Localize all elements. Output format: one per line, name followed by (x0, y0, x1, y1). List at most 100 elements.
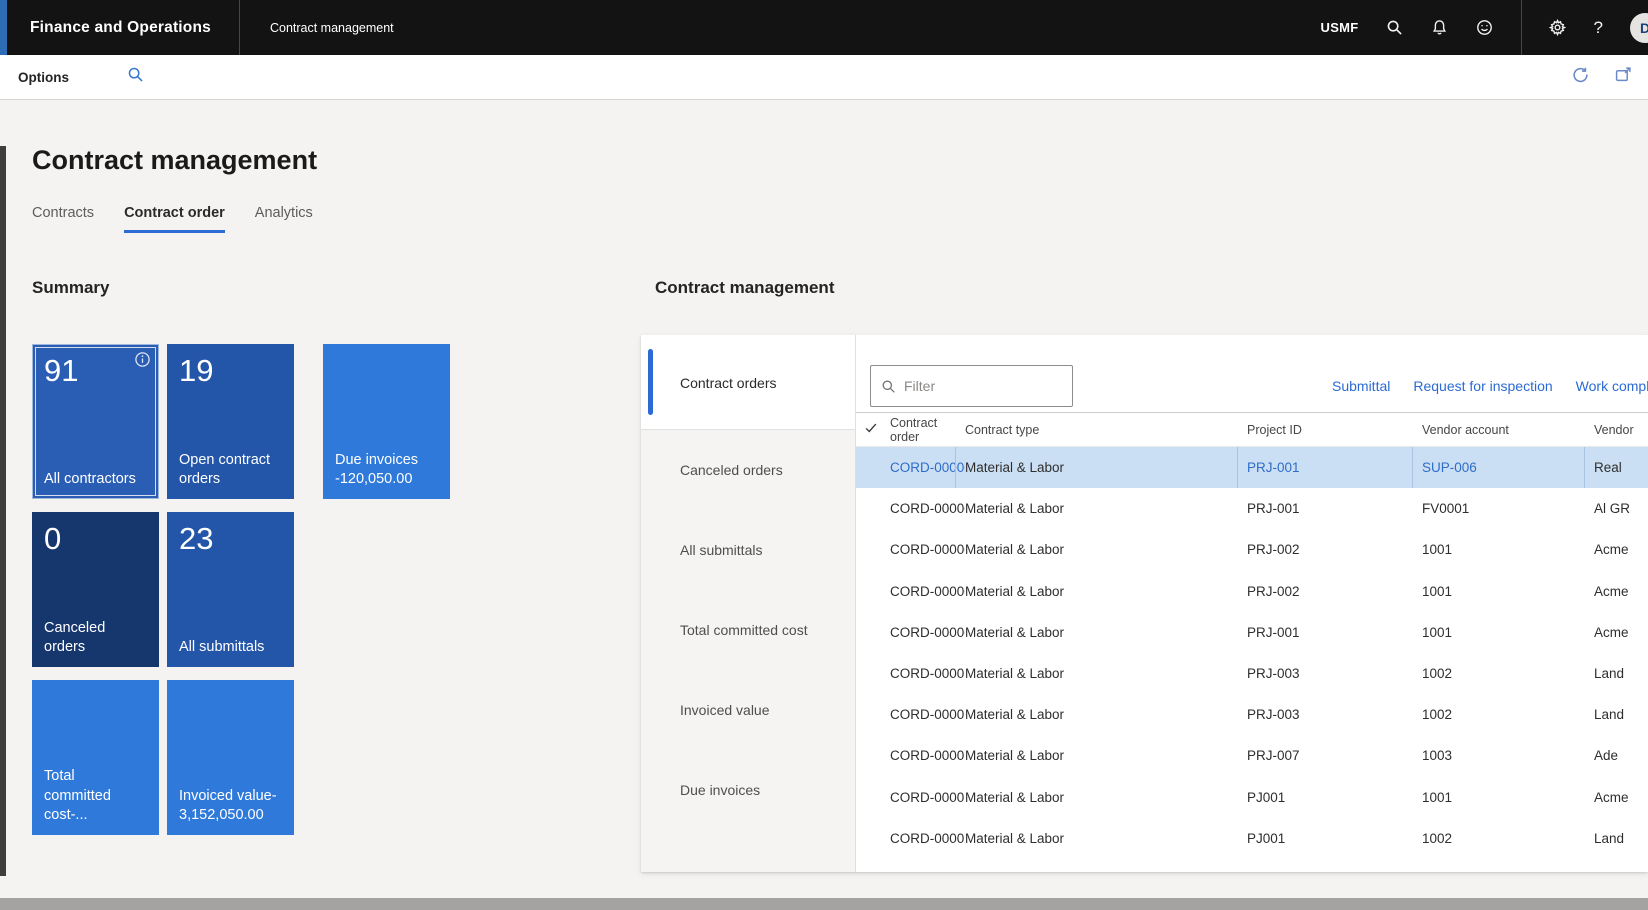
table-cell: CORD-000016 (890, 748, 965, 763)
table-cell: PJ001 (1247, 831, 1422, 846)
grid-header: Contract order Contract type Project ID … (856, 413, 1648, 447)
table-cell: PRJ-002 (1247, 584, 1422, 599)
table-cell: PJ001 (1247, 790, 1422, 805)
column-header-vendor-account[interactable]: Vendor account (1422, 423, 1594, 437)
feedback-smiley-icon[interactable] (1476, 19, 1494, 37)
table-cell: Real (1584, 447, 1648, 488)
refresh-icon[interactable] (1572, 66, 1589, 88)
tab-analytics[interactable]: Analytics (255, 205, 313, 233)
nav-item-due-invoices[interactable]: Due invoices (680, 750, 850, 830)
column-header-vendor[interactable]: Vendor (1594, 423, 1648, 437)
table-row[interactable]: CORD-000006Material & LaborPRJ-0021001Ac… (856, 571, 1648, 612)
grid-zone: Submittal Request for inspection Work co… (856, 335, 1648, 872)
tile-all-submittals[interactable]: 23 All submittals (167, 512, 294, 667)
nav-item-contract-orders[interactable]: Contract orders (641, 335, 855, 430)
table-cell: CORD-000003 (890, 501, 965, 516)
tile-value: 0 (44, 522, 147, 556)
table-cell: Material & Labor (965, 542, 1247, 557)
table-cell: PRJ-002 (1247, 542, 1422, 557)
tile-all-contractors[interactable]: 91 All contractors (32, 344, 159, 499)
table-cell: Acme (1594, 790, 1648, 805)
tile-total-committed-cost[interactable]: Total committed cost-... (32, 680, 159, 835)
options-button[interactable]: Options (18, 70, 69, 85)
table-cell: Material & Labor (955, 447, 1247, 488)
column-header-contract-order[interactable]: Contract order (890, 416, 965, 444)
command-bar: Options (0, 55, 1648, 100)
summary-heading: Summary (32, 278, 109, 298)
table-cell[interactable]: PRJ-001 (1237, 447, 1422, 488)
table-row[interactable]: CORD-000008Material & LaborPRJ-0011001Ac… (856, 612, 1648, 653)
table-cell[interactable]: CORD-000002 (890, 460, 965, 475)
table-cell: 1001 (1422, 790, 1594, 805)
summary-tiles: 91 All contractors 19 Open contract orde… (32, 344, 429, 835)
accent-strip (0, 0, 7, 55)
app-title[interactable]: Finance and Operations (30, 19, 211, 37)
table-cell: Material & Labor (965, 584, 1247, 599)
table-row[interactable]: CORD-000020Material & LaborPJ0011001Acme (856, 777, 1648, 818)
action-work-completion[interactable]: Work completion (1576, 378, 1648, 394)
table-cell: Acme (1594, 542, 1648, 557)
user-avatar[interactable]: D (1630, 13, 1648, 43)
tile-label: Canceled orders (44, 619, 151, 658)
settings-gear-icon[interactable] (1549, 19, 1567, 37)
topbar-divider (239, 0, 240, 55)
tile-due-invoices[interactable]: Due invoices -120,050.00 (323, 344, 450, 499)
tile-value: 19 (179, 354, 282, 388)
action-submittal[interactable]: Submittal (1332, 378, 1390, 394)
table-cell: CORD-000004 (890, 542, 965, 557)
tile-label: All submittals (179, 638, 286, 658)
tab-contracts[interactable]: Contracts (32, 205, 94, 233)
page-content: Contract management Contracts Contract o… (0, 100, 1648, 910)
table-row[interactable]: CORD-000016Material & LaborPRJ-0071003Ad… (856, 735, 1648, 776)
column-header-contract-type[interactable]: Contract type (965, 423, 1247, 437)
tile-label: Open contract orders (179, 451, 286, 490)
table-row[interactable]: CORD-000011Material & LaborPRJ-0031002La… (856, 694, 1648, 735)
select-all-checkmark-icon[interactable] (864, 421, 890, 438)
search-icon[interactable] (1386, 19, 1404, 37)
table-cell: Acme (1594, 584, 1648, 599)
open-in-new-window-icon[interactable] (1615, 66, 1632, 88)
column-header-project-id[interactable]: Project ID (1247, 423, 1422, 437)
table-cell: CORD-000011 (890, 707, 965, 722)
grid-body: CORD-000002Material & LaborPRJ-001SUP-00… (856, 447, 1648, 859)
nav-item-total-committed-cost[interactable]: Total committed cost (680, 590, 850, 670)
search-icon (881, 379, 896, 394)
table-cell: Al GR (1594, 501, 1648, 516)
app-window: Finance and Operations Contract manageme… (0, 0, 1648, 910)
tab-contract-order[interactable]: Contract order (124, 205, 225, 233)
table-cell: 1002 (1422, 666, 1594, 681)
table-cell: PRJ-003 (1247, 707, 1422, 722)
help-question-icon[interactable]: ? (1594, 18, 1603, 38)
table-row[interactable]: CORD-000021Material & LaborPJ0011002Land (856, 818, 1648, 859)
company-picker[interactable]: USMF (1321, 20, 1359, 35)
table-cell[interactable]: SUP-006 (1412, 447, 1594, 488)
table-cell: Material & Labor (965, 748, 1247, 763)
notifications-bell-icon[interactable] (1431, 19, 1449, 37)
nav-item-canceled-orders[interactable]: Canceled orders (680, 430, 850, 510)
nav-item-invoiced-value[interactable]: Invoiced value (680, 670, 850, 750)
table-row[interactable]: CORD-000010Material & LaborPRJ-0031002La… (856, 653, 1648, 694)
nav-item-all-submittals[interactable]: All submittals (680, 510, 850, 590)
tile-value: 91 (44, 354, 147, 388)
tile-invoiced-value[interactable]: Invoiced value- 3,152,050.00 (167, 680, 294, 835)
active-indicator (648, 349, 653, 415)
table-row[interactable]: CORD-000004Material & LaborPRJ-0021001Ac… (856, 529, 1648, 570)
action-request-for-inspection[interactable]: Request for inspection (1413, 378, 1552, 394)
table-cell: PRJ-007 (1247, 748, 1422, 763)
search-icon[interactable] (127, 66, 144, 88)
window-edge (0, 146, 6, 876)
table-cell: CORD-000021 (890, 831, 965, 846)
tile-canceled-orders[interactable]: 0 Canceled orders (32, 512, 159, 667)
table-cell: FV0001 (1422, 501, 1594, 516)
table-row[interactable]: CORD-000003Material & LaborPRJ-001FV0001… (856, 488, 1648, 529)
table-cell: CORD-000006 (890, 584, 965, 599)
tile-label: Invoiced value- 3,152,050.00 (179, 787, 286, 826)
table-cell: CORD-000008 (890, 625, 965, 640)
tile-open-contract-orders[interactable]: 19 Open contract orders (167, 344, 294, 499)
table-row[interactable]: CORD-000002Material & LaborPRJ-001SUP-00… (856, 447, 1648, 488)
filter-input[interactable] (904, 378, 1054, 394)
table-cell: Land (1594, 666, 1648, 681)
table-cell: Ade (1594, 748, 1648, 763)
info-icon[interactable] (134, 351, 151, 368)
table-cell: CORD-000020 (890, 790, 965, 805)
